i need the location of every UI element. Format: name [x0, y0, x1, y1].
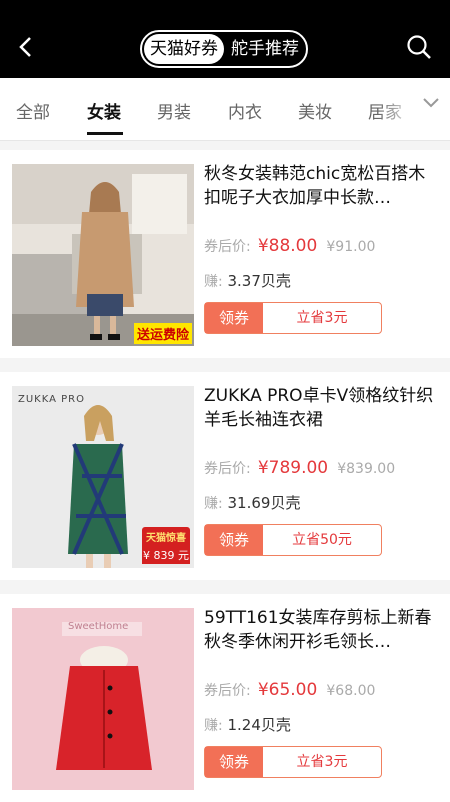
get-coupon-button[interactable]: 领券: [205, 303, 263, 333]
earn-label: 赚:: [204, 496, 223, 512]
coupon-price: ¥65.00: [257, 680, 318, 700]
product-title[interactable]: 秋冬女装韩范chic宽松百搭木扣呢子大衣加厚中长款…: [204, 162, 434, 210]
tab-womens[interactable]: 女装: [87, 98, 121, 123]
tab-mens[interactable]: 男装: [157, 98, 191, 123]
coupon-button-group: 领券 立省3元: [204, 746, 382, 778]
tab-beauty[interactable]: 美妆: [298, 98, 332, 123]
earn-row: 赚: 3.37贝壳: [204, 270, 291, 291]
top-bar: 天猫好券 舵手推荐: [0, 0, 450, 78]
save-amount-button[interactable]: 立省50元: [263, 525, 381, 555]
price-row: 券后价: ¥65.00 ¥68.00: [204, 680, 375, 700]
active-tab-indicator: [87, 132, 123, 135]
price-label: 券后价:: [204, 461, 251, 477]
price-row: 券后价: ¥88.00 ¥91.00: [204, 236, 375, 256]
save-amount-button[interactable]: 立省3元: [263, 747, 381, 777]
promo-badge-title: 天猫惊喜: [142, 527, 190, 546]
tab-all[interactable]: 全部: [16, 98, 50, 123]
earn-label: 赚:: [204, 274, 223, 290]
search-icon[interactable]: [406, 34, 432, 60]
tab-tmall-coupons[interactable]: 天猫好券: [144, 34, 224, 64]
save-amount-button[interactable]: 立省3元: [263, 303, 381, 333]
earn-row: 赚: 31.69贝壳: [204, 492, 300, 513]
price-row: 券后价: ¥789.00 ¥839.00: [204, 458, 395, 478]
original-price: ¥91.00: [326, 239, 376, 255]
product-image[interactable]: ZUKKA PRO 天猫惊喜 ¥ 839 元: [12, 386, 194, 568]
coupon-price: ¥789.00: [257, 458, 329, 478]
price-label: 券后价:: [204, 239, 251, 255]
get-coupon-button[interactable]: 领券: [205, 525, 263, 555]
promo-badge: 天猫惊喜 ¥ 839 元: [142, 527, 190, 564]
original-price: ¥839.00: [337, 461, 396, 477]
promo-badge-price: ¥ 839 元: [142, 546, 190, 564]
product-image[interactable]: 送运费险: [12, 164, 194, 346]
price-label: 券后价:: [204, 683, 251, 699]
coupon-button-group: 领券 立省3元: [204, 302, 382, 334]
coupon-price: ¥88.00: [257, 236, 318, 256]
earn-value: 31.69贝壳: [227, 494, 301, 512]
product-image[interactable]: SweetHome: [12, 608, 194, 790]
coupon-button-group: 领券 立省50元: [204, 524, 382, 556]
original-price: ¥68.00: [326, 683, 376, 699]
earn-value: 3.37贝壳: [227, 272, 291, 290]
tab-underwear[interactable]: 内衣: [228, 98, 262, 123]
chevron-down-icon[interactable]: [420, 92, 442, 114]
product-card[interactable]: SweetHome 59TT161女装库存剪标上新春秋冬季休闲开衫毛领长… 券后…: [0, 594, 450, 802]
get-coupon-button[interactable]: 领券: [205, 747, 263, 777]
product-title[interactable]: ZUKKA PRO卓卡V领格纹针织羊毛长袖连衣裙: [204, 384, 434, 432]
product-card[interactable]: ZUKKA PRO 天猫惊喜 ¥ 839 元 ZUKKA PRO卓卡V领格纹针织…: [0, 372, 450, 580]
tab-fade: [378, 84, 418, 134]
earn-value: 1.24贝壳: [227, 716, 291, 734]
source-segmented-control: 天猫好券 舵手推荐: [140, 30, 308, 68]
back-arrow-icon[interactable]: [16, 36, 38, 58]
product-title[interactable]: 59TT161女装库存剪标上新春秋冬季休闲开衫毛领长…: [204, 606, 434, 654]
product-card[interactable]: 送运费险 秋冬女装韩范chic宽松百搭木扣呢子大衣加厚中长款… 券后价: ¥88…: [0, 150, 450, 358]
promo-badge: 送运费险: [133, 323, 192, 344]
brand-logo: ZUKKA PRO: [18, 394, 85, 405]
earn-row: 赚: 1.24贝壳: [204, 714, 291, 735]
earn-label: 赚:: [204, 718, 223, 734]
sign-text: SweetHome: [68, 621, 129, 632]
tab-recommended[interactable]: 舵手推荐: [226, 34, 304, 64]
